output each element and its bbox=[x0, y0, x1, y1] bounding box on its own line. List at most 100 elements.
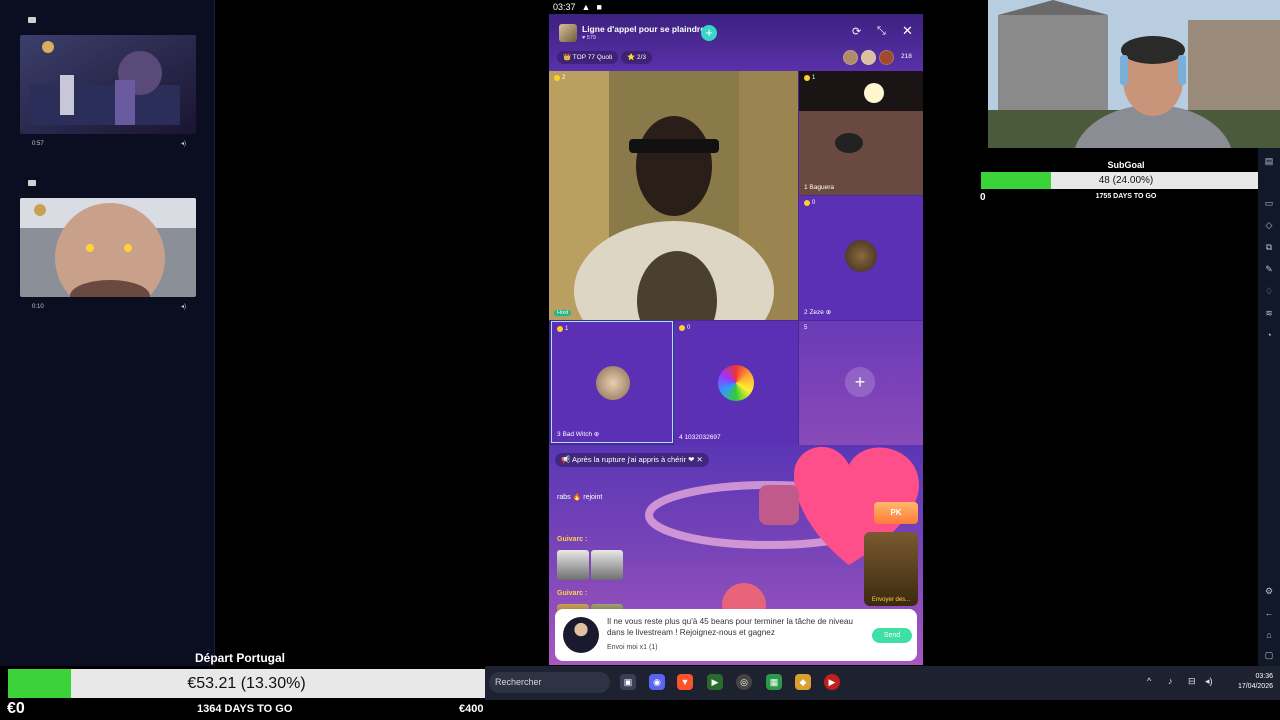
seat-name: 1 Baguera bbox=[804, 184, 834, 191]
send-button[interactable]: Send bbox=[872, 628, 912, 643]
chart-icon[interactable]: ▤ bbox=[1263, 156, 1275, 166]
seat-index: 3 bbox=[557, 431, 561, 438]
layers-icon[interactable]: ≋ bbox=[1263, 308, 1275, 318]
viewer-avatar[interactable] bbox=[879, 50, 894, 65]
rank-pill[interactable]: 👑 TOP 77 Quoti bbox=[557, 51, 619, 64]
clock-date: 17/04/2026 bbox=[1237, 683, 1273, 690]
announcement-text: Après la rupture j'ai appris à chérir bbox=[572, 455, 686, 464]
badge-icon bbox=[28, 17, 36, 23]
volume-icon[interactable]: ◂) bbox=[181, 303, 186, 310]
badge-icon bbox=[28, 180, 36, 186]
streamer-webcam bbox=[988, 0, 1280, 148]
clock[interactable]: 03:36 17/04/2026 bbox=[1225, 672, 1273, 692]
thumb-time: 0:57 bbox=[32, 140, 44, 147]
seat-score: 1 bbox=[565, 326, 569, 332]
seat-number: 0 bbox=[804, 200, 815, 206]
subgoal-text: 48 (24.00%) bbox=[1098, 175, 1154, 186]
close-icon[interactable]: ✕ bbox=[902, 23, 913, 39]
room-avatar[interactable] bbox=[559, 24, 577, 42]
network-icon[interactable]: ⊟ bbox=[1188, 676, 1196, 687]
obs-icon[interactable]: ◎ bbox=[736, 674, 752, 690]
seat-username: Zeze bbox=[809, 309, 824, 316]
chat-username[interactable]: Guivarc : bbox=[557, 536, 587, 543]
donation-min: €0 bbox=[7, 700, 25, 717]
volume-icon[interactable]: ◂) bbox=[1205, 676, 1213, 687]
room-title: Ligne d'appel pour se plaindre bbox=[582, 24, 705, 34]
seat-score: 1 bbox=[812, 75, 816, 81]
mic-icon[interactable]: ♪ bbox=[1168, 676, 1173, 686]
seat-index: 2 bbox=[804, 309, 808, 316]
seat-3[interactable]: 1 3 Bad Witch ⊕ bbox=[551, 321, 673, 443]
seat-index: 4 bbox=[679, 434, 683, 441]
terminal-icon[interactable]: ▶ bbox=[707, 674, 723, 690]
viewer-avatar[interactable] bbox=[861, 50, 876, 65]
app-icon[interactable]: ▦ bbox=[766, 674, 782, 690]
pen-icon[interactable]: ✎ bbox=[1263, 264, 1275, 274]
concert-scene-image bbox=[20, 35, 196, 134]
add-seat-icon[interactable]: + bbox=[845, 367, 875, 397]
subgoal-days: 1755 DAYS TO GO bbox=[1095, 193, 1157, 200]
seat-4[interactable]: 0 4 1032032697 bbox=[674, 321, 798, 445]
task-notice: Il ne vous reste plus qu'à 45 beans pour… bbox=[555, 609, 917, 661]
minimize-icon[interactable]: ⤡ bbox=[877, 25, 886, 38]
user-avatar[interactable] bbox=[596, 366, 630, 400]
copy-icon[interactable]: ⧉ bbox=[1263, 242, 1275, 252]
follow-button[interactable]: + bbox=[701, 25, 717, 41]
home-icon[interactable]: ⌂ bbox=[1263, 630, 1275, 640]
seat-score: 5 bbox=[804, 325, 808, 331]
folder-icon[interactable]: ▭ bbox=[1263, 198, 1275, 208]
phone-status-bar: 03:37 ▲ ■ bbox=[549, 0, 923, 14]
live-room: Ligne d'appel pour se plaindre ♥ 579 + ⟳… bbox=[549, 14, 923, 665]
car-sticker bbox=[557, 550, 589, 580]
task-view-icon[interactable]: ▣ bbox=[620, 674, 636, 690]
pk-button[interactable]: PK bbox=[874, 502, 918, 524]
video-thumb-1[interactable]: 0:57 ◂) bbox=[20, 17, 196, 147]
search-input[interactable]: Rechercher bbox=[489, 672, 610, 693]
warning-icon: ▲ bbox=[581, 2, 591, 12]
room-header: Ligne d'appel pour se plaindre ♥ 579 + ⟳… bbox=[549, 14, 923, 71]
donation-text: €53.21 (13.30%) bbox=[187, 675, 306, 692]
shape-icon[interactable]: ◇ bbox=[1263, 220, 1275, 230]
donation-title: Départ Portugal bbox=[195, 651, 286, 665]
seat-5-empty[interactable]: 5 + bbox=[799, 321, 923, 445]
viewer-avatar[interactable] bbox=[843, 50, 858, 65]
donation-bar: €53.21 (13.30%) bbox=[8, 669, 485, 698]
user-avatar[interactable] bbox=[845, 240, 877, 272]
video-thumb-2[interactable]: 0:10 ◂) bbox=[20, 180, 196, 310]
history-icon[interactable]: ◔ bbox=[1263, 330, 1275, 340]
seat-number: 0 bbox=[679, 325, 690, 331]
brave-icon[interactable]: ▼ bbox=[677, 674, 693, 690]
discord-icon[interactable]: ◉ bbox=[649, 674, 665, 690]
host-badge: Host bbox=[554, 310, 572, 316]
window-icon[interactable]: ▢ bbox=[1263, 650, 1275, 660]
rank-text: TOP 77 Quoti bbox=[572, 54, 613, 61]
viewer-count[interactable]: 218 bbox=[901, 53, 912, 60]
donation-days: 1364 DAYS TO GO bbox=[197, 703, 293, 715]
seat-2[interactable]: 0 2 Zeze ⊕ bbox=[799, 196, 923, 320]
fans-count: 579 bbox=[586, 35, 596, 41]
seat-1[interactable]: 1 1 Baguera bbox=[799, 71, 923, 195]
seat-username: Bad Witch bbox=[562, 431, 593, 438]
media-icon[interactable]: ▶ bbox=[824, 674, 840, 690]
seat-name: 4 1032032697 bbox=[679, 434, 721, 441]
donation-max: €400 bbox=[459, 703, 484, 715]
seat-number: 2 bbox=[554, 75, 565, 81]
host-video bbox=[549, 71, 798, 320]
announcement[interactable]: 📢 Après la rupture j'ai appris à chérir … bbox=[555, 453, 709, 467]
join-message: rabs 🔥 rejoint bbox=[557, 494, 603, 501]
emulator-icon[interactable]: ◆ bbox=[795, 674, 811, 690]
thumb-time: 0:10 bbox=[32, 303, 44, 310]
user-avatar[interactable] bbox=[718, 365, 754, 401]
treasure-box[interactable]: Envoyer des... bbox=[864, 532, 918, 606]
seat-score: 2 bbox=[562, 75, 566, 81]
chevron-up-icon[interactable]: ^ bbox=[1147, 676, 1151, 686]
back-icon[interactable]: ← bbox=[1263, 608, 1275, 618]
level-pill[interactable]: ⭐ 2/3 bbox=[621, 51, 652, 64]
share-icon[interactable]: ⟳ bbox=[852, 25, 861, 38]
right-toolbar: ▤ ▭ ◇ ⧉ ✎ ♢ ≋ ◔ ⚙ ← ⌂ ▢ bbox=[1258, 148, 1280, 666]
bulb-icon[interactable]: ♢ bbox=[1263, 286, 1275, 296]
host-seat[interactable]: 2 Host bbox=[549, 71, 798, 320]
chat-username[interactable]: Guivarc : bbox=[557, 590, 587, 597]
volume-icon[interactable]: ◂) bbox=[181, 140, 186, 147]
settings-icon[interactable]: ⚙ bbox=[1263, 586, 1275, 596]
